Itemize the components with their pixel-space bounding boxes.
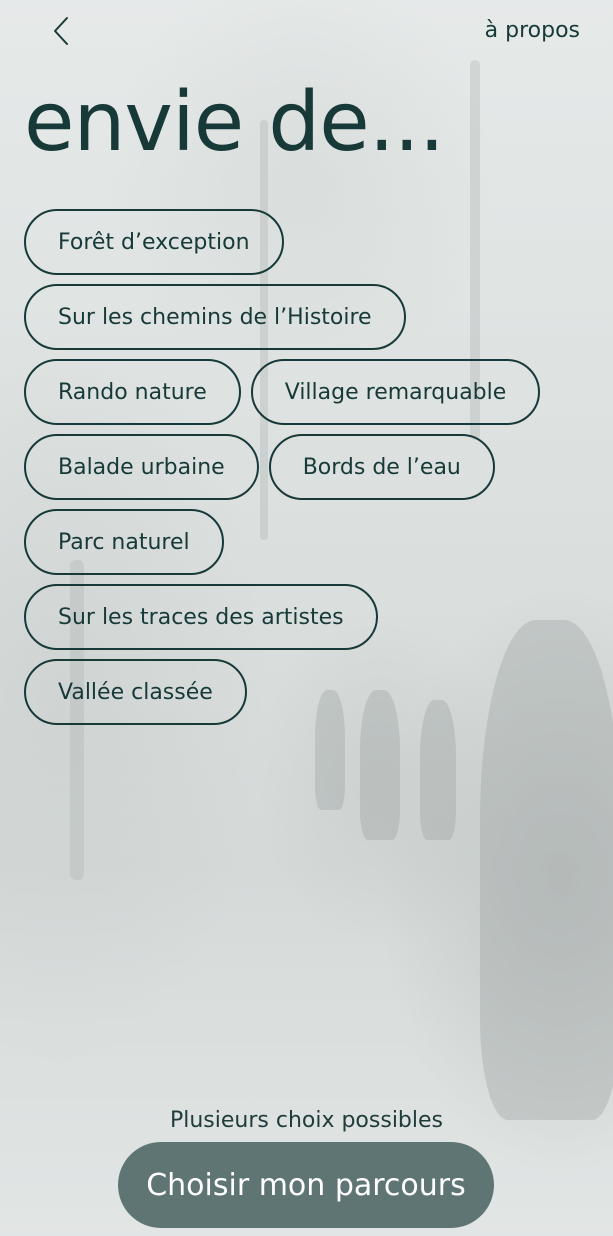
chip-vallee-classee[interactable]: Vallée classée	[24, 659, 247, 725]
chip-rando-nature[interactable]: Rando nature	[24, 359, 241, 425]
chip-parc-naturel[interactable]: Parc naturel	[24, 509, 224, 575]
chip-bords-eau[interactable]: Bords de l’eau	[268, 434, 495, 500]
back-button[interactable]	[46, 16, 76, 50]
choose-route-button[interactable]: Choisir mon parcours	[118, 1142, 494, 1228]
chip-chemins-histoire[interactable]: Sur les chemins de l’Histoire	[24, 284, 406, 350]
multi-choice-hint: Plusieurs choix possibles	[169, 1108, 444, 1133]
chip-balade-urbaine[interactable]: Balade urbaine	[24, 434, 259, 500]
about-link[interactable]: à propos	[485, 18, 580, 43]
chip-village-remarquable[interactable]: Village remarquable	[250, 359, 541, 425]
page-title: envie de...	[24, 75, 445, 170]
chevron-left-icon	[52, 15, 70, 51]
chip-foret-exception[interactable]: Forêt d’exception	[24, 209, 284, 275]
chip-list: Forêt d’exception Sur les chemins de l’H…	[24, 209, 584, 734]
chip-traces-artistes[interactable]: Sur les traces des artistes	[24, 584, 378, 650]
